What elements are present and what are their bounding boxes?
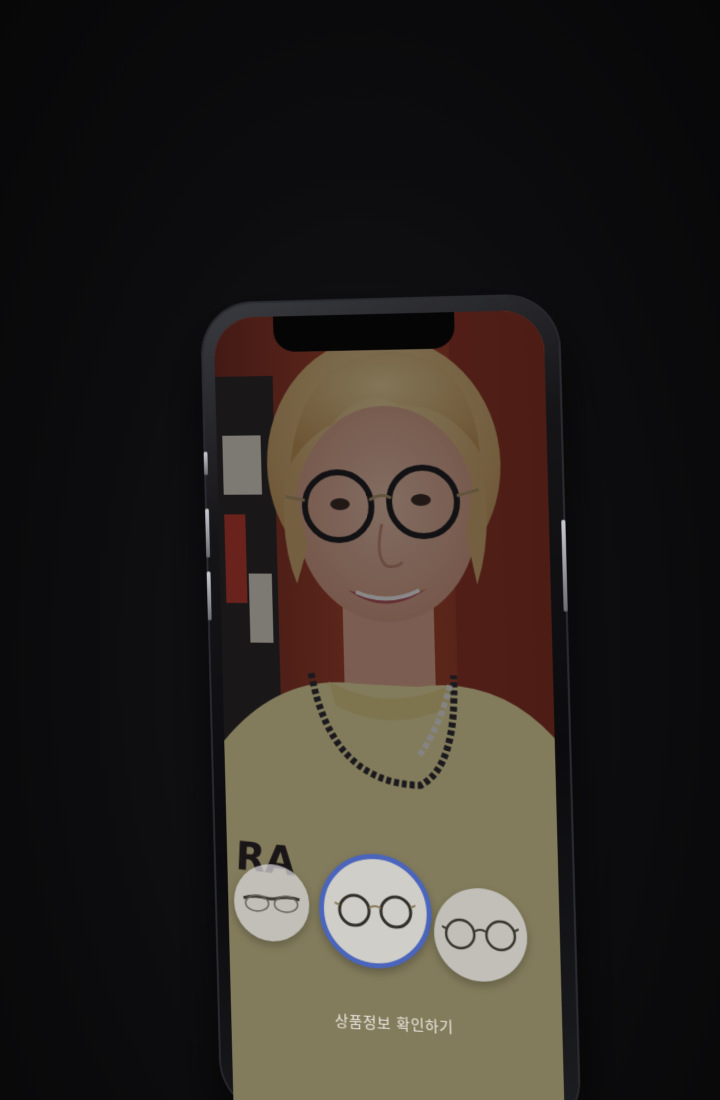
smartphone-mockup: RA 상품정보 확인하기: [201, 295, 580, 1100]
frame-option-1[interactable]: [233, 862, 311, 944]
browline-glasses-icon: [241, 890, 301, 916]
frame-carousel: [227, 849, 562, 1004]
round-glasses-icon: [334, 891, 416, 933]
marketing-stage: RA 상품정보 확인하기: [0, 0, 720, 1100]
mute-switch: [203, 451, 209, 476]
frame-option-2[interactable]: [317, 852, 434, 972]
app-screen: RA 상품정보 확인하기: [213, 309, 566, 1100]
camera-notch: [272, 312, 456, 353]
frame-option-3[interactable]: [432, 886, 529, 984]
round-glasses-icon: [442, 916, 520, 954]
